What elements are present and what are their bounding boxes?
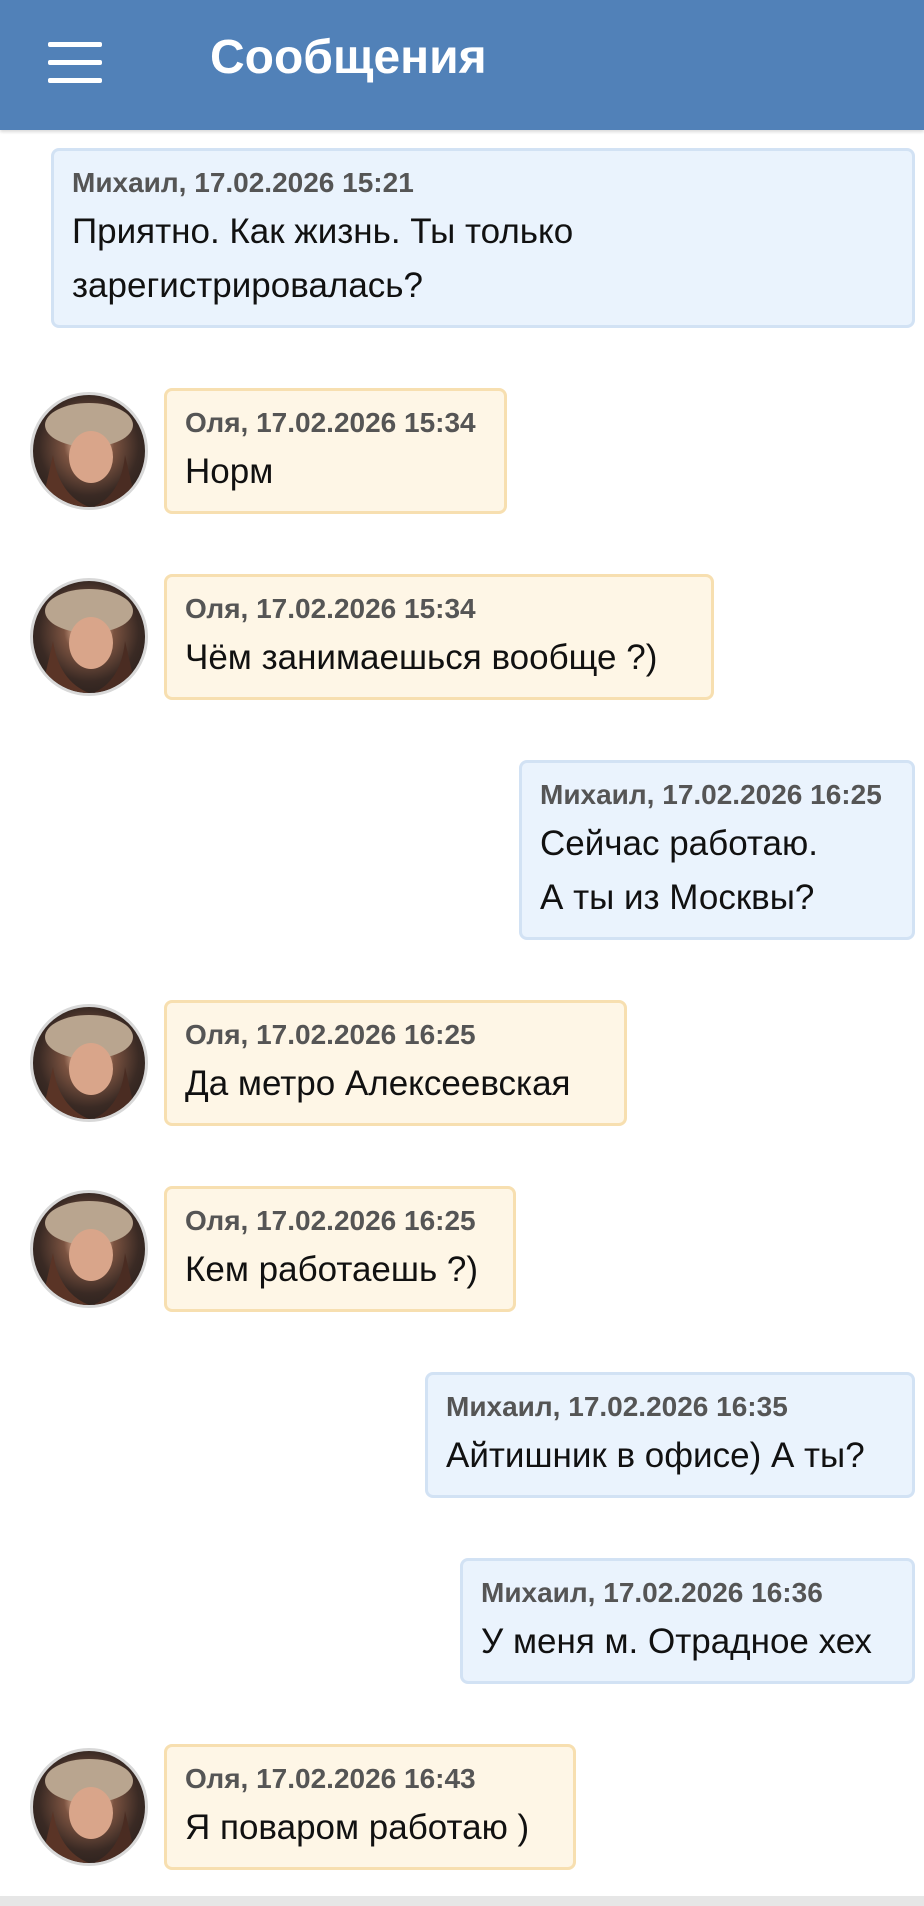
avatar[interactable] <box>30 1190 148 1308</box>
message-text: Кем работаешь ?) <box>185 1250 479 1289</box>
message-bubble-incoming[interactable]: Оля, 17.02.2026 15:34 Норм <box>164 388 507 514</box>
menu-line <box>48 60 102 65</box>
message-text: Я поваром работаю ) <box>185 1808 530 1847</box>
message-meta: Оля, 17.02.2026 15:34 <box>185 407 476 438</box>
message-meta: Михаил, 17.02.2026 16:25 <box>540 779 882 810</box>
message-bubble-incoming[interactable]: Оля, 17.02.2026 16:25 Да метро Алексеевс… <box>164 1000 627 1126</box>
message-meta: Оля, 17.02.2026 15:34 <box>185 593 476 624</box>
message-meta: Оля, 17.02.2026 16:25 <box>185 1019 476 1050</box>
message-text: Норм <box>185 452 274 491</box>
message-text: Да метро Алексеевская <box>185 1064 571 1103</box>
message-meta: Михаил, 17.02.2026 16:36 <box>481 1577 823 1608</box>
menu-line <box>48 42 102 47</box>
avatar[interactable] <box>30 1748 148 1866</box>
message-meta: Оля, 17.02.2026 16:43 <box>185 1763 476 1794</box>
message-text: У меня м. Отрадное хех <box>481 1622 872 1661</box>
message-meta: Михаил, 17.02.2026 15:21 <box>72 167 414 198</box>
message-bubble-incoming[interactable]: Оля, 17.02.2026 15:34 Чём занимаешься во… <box>164 574 714 700</box>
app-header: Сообщения <box>0 0 924 130</box>
message-meta: Михаил, 17.02.2026 16:35 <box>446 1391 788 1422</box>
message-bubble-outgoing[interactable]: Михаил, 17.02.2026 16:25 Сейчас работаю.… <box>519 760 915 940</box>
message-feed[interactable]: Михаил, 17.02.2026 15:21 Приятно. Как жи… <box>0 130 924 1906</box>
message-meta: Оля, 17.02.2026 16:25 <box>185 1205 476 1236</box>
message-bubble-incoming[interactable]: Оля, 17.02.2026 16:43 Я поваром работаю … <box>164 1744 576 1870</box>
avatar[interactable] <box>30 392 148 510</box>
hamburger-menu-icon[interactable] <box>40 38 110 92</box>
message-bubble-incoming[interactable]: Оля, 17.02.2026 16:25 Кем работаешь ?) <box>164 1186 516 1312</box>
menu-line <box>48 78 102 83</box>
message-text: Айтишник в офисе) А ты? <box>446 1436 865 1475</box>
avatar[interactable] <box>30 1004 148 1122</box>
avatar[interactable] <box>30 578 148 696</box>
page-title: Сообщения <box>210 31 487 84</box>
message-text: Приятно. Как жизнь. Ты только зарегистри… <box>72 212 574 305</box>
bottom-edge <box>0 1896 924 1906</box>
message-text: Сейчас работаю. А ты из Москвы? <box>540 824 818 917</box>
message-text: Чём занимаешься вообще ?) <box>185 638 658 677</box>
message-bubble-outgoing[interactable]: Михаил, 17.02.2026 15:21 Приятно. Как жи… <box>51 148 915 328</box>
message-bubble-outgoing[interactable]: Михаил, 17.02.2026 16:36 У меня м. Отрад… <box>460 1558 915 1684</box>
message-bubble-outgoing[interactable]: Михаил, 17.02.2026 16:35 Айтишник в офис… <box>425 1372 915 1498</box>
